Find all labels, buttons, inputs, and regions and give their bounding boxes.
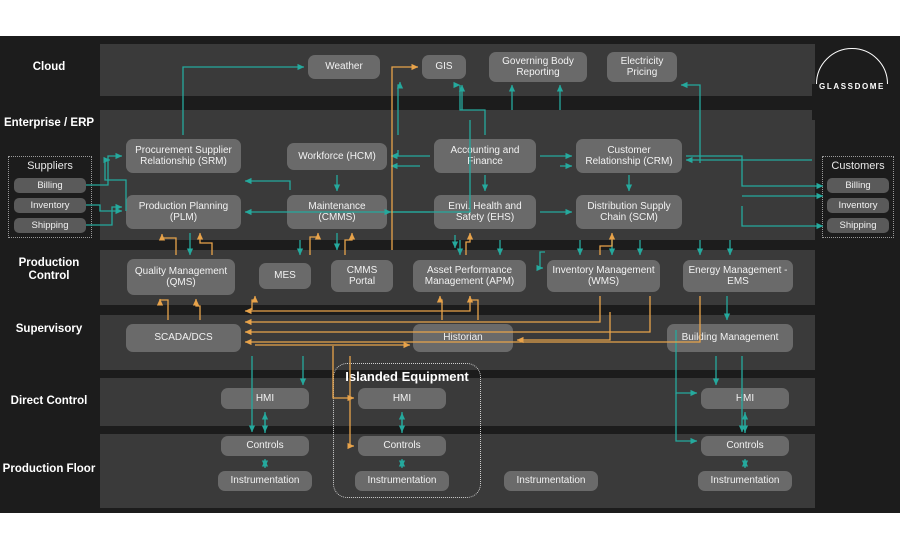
row-label-direct-control: Direct Control	[10, 395, 88, 407]
customer-shipping[interactable]: Shipping	[827, 218, 889, 233]
node-cmms-portal[interactable]: CMMS Portal	[331, 260, 393, 292]
node-scada-dcs[interactable]: SCADA/DCS	[126, 324, 241, 352]
node-gis[interactable]: GIS	[422, 55, 466, 79]
row-label-enterprise: Enterprise / ERP	[3, 117, 95, 129]
supplier-billing[interactable]: Billing	[14, 178, 86, 193]
node-instrumentation-left[interactable]: Instrumentation	[218, 471, 312, 491]
node-ems[interactable]: Energy Management - EMS	[683, 260, 793, 292]
node-historian[interactable]: Historian	[413, 324, 513, 352]
node-instrumentation-right[interactable]: Instrumentation	[698, 471, 792, 491]
logo-wordmark: GLASSDOME	[819, 82, 885, 91]
node-qms[interactable]: Quality Management (QMS)	[127, 259, 235, 295]
supplier-shipping[interactable]: Shipping	[14, 218, 86, 233]
node-instrumentation-center[interactable]: Instrumentation	[504, 471, 598, 491]
customer-inventory[interactable]: Inventory	[827, 198, 889, 213]
node-hmi-right[interactable]: HMI	[701, 388, 789, 409]
node-ehs[interactable]: Envi. Health and Safety (EHS)	[434, 195, 536, 229]
node-weather[interactable]: Weather	[308, 55, 380, 79]
customers-title: Customers	[831, 160, 885, 172]
node-wms[interactable]: Inventory Management (WMS)	[547, 260, 660, 292]
node-srm[interactable]: Procurement Supplier Relationship (SRM)	[126, 139, 241, 173]
node-controls-left[interactable]: Controls	[221, 436, 309, 456]
row-label-supervisory: Supervisory	[15, 323, 83, 335]
node-instrumentation-islanded[interactable]: Instrumentation	[355, 471, 449, 491]
node-controls-right[interactable]: Controls	[701, 436, 789, 456]
glassdome-logo: GLASSDOME	[812, 40, 892, 120]
node-hmi-left[interactable]: HMI	[221, 388, 309, 409]
row-label-production-floor: Production Floor	[2, 463, 96, 475]
node-hcm[interactable]: Workforce (HCM)	[287, 143, 387, 170]
node-building-management[interactable]: Building Management	[667, 324, 793, 352]
node-governing-body-reporting[interactable]: Governing Body Reporting	[489, 52, 587, 82]
node-scm[interactable]: Distribution Supply Chain (SCM)	[576, 195, 682, 229]
suppliers-title: Suppliers	[27, 160, 73, 172]
islanded-equipment-title: Islanded Equipment	[345, 369, 469, 384]
node-controls-islanded[interactable]: Controls	[358, 436, 446, 456]
row-label-cloud: Cloud	[32, 61, 66, 73]
node-plm[interactable]: Production Planning (PLM)	[126, 195, 241, 229]
node-electricity-pricing[interactable]: Electricity Pricing	[607, 52, 677, 82]
node-cmms[interactable]: Maintenance (CMMS)	[287, 195, 387, 229]
customer-billing[interactable]: Billing	[827, 178, 889, 193]
supplier-inventory[interactable]: Inventory	[14, 198, 86, 213]
node-accounting-finance[interactable]: Accounting and Finance	[434, 139, 536, 173]
node-hmi-islanded[interactable]: HMI	[358, 388, 446, 409]
node-mes[interactable]: MES	[259, 263, 311, 289]
diagram-canvas: Cloud Enterprise / ERP Production Contro…	[0, 0, 900, 550]
node-apm[interactable]: Asset Performance Management (APM)	[413, 260, 526, 292]
row-label-production-control: Production Control	[18, 257, 80, 282]
node-crm[interactable]: Customer Relationship (CRM)	[576, 139, 682, 173]
